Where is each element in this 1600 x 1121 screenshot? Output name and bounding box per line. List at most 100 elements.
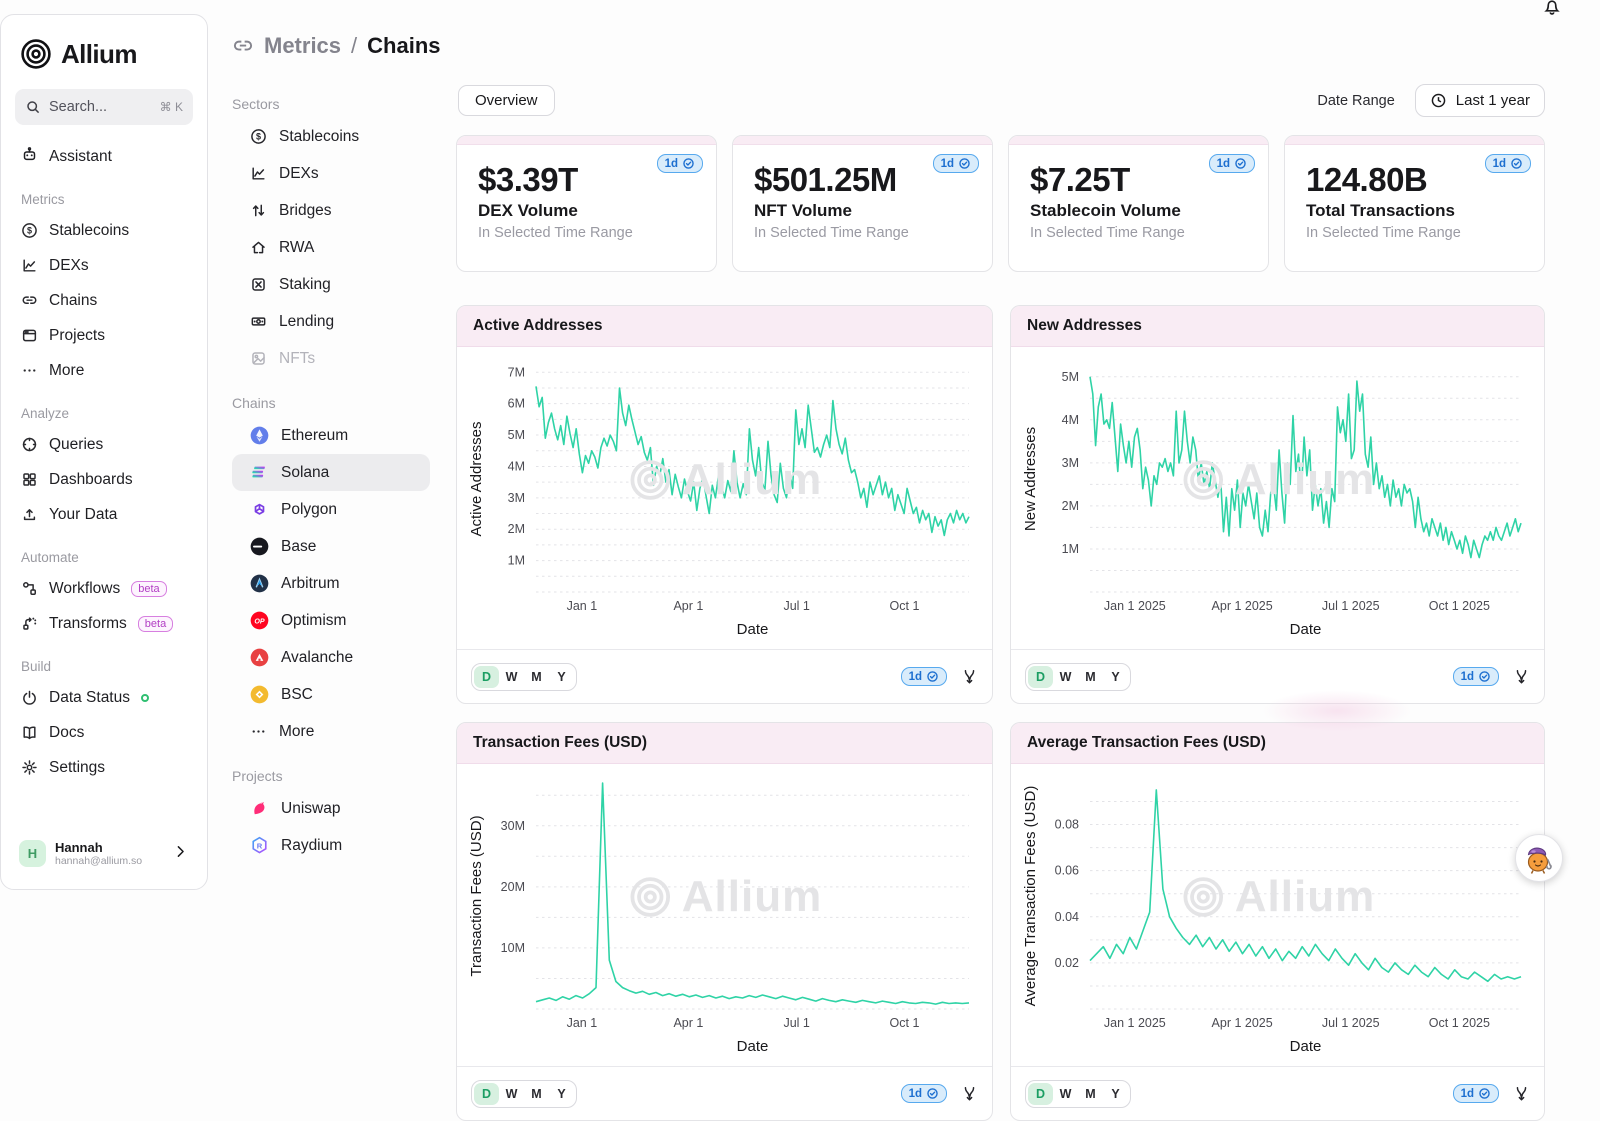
- merge-arrows-icon[interactable]: [1513, 668, 1530, 685]
- svg-text:Jan 1 2025: Jan 1 2025: [1104, 599, 1166, 613]
- check-circle-icon: [1478, 670, 1491, 683]
- granularity-d[interactable]: D: [1028, 1083, 1053, 1105]
- clock-icon: [1430, 92, 1447, 109]
- subnav-item-nfts: NFTs: [232, 340, 430, 377]
- svg-text:0.06: 0.06: [1055, 864, 1079, 878]
- svg-text:4M: 4M: [508, 459, 525, 473]
- granularity-w[interactable]: W: [499, 1083, 524, 1105]
- grid-icon: [21, 471, 38, 488]
- subnav-item-label: More: [279, 723, 314, 741]
- sidebar-item-label: Queries: [49, 436, 103, 454]
- subnav-item-solana[interactable]: Solana: [232, 454, 430, 491]
- sidebar-item-your-data[interactable]: Your Data: [15, 497, 193, 532]
- granularity-w[interactable]: W: [1053, 1083, 1078, 1105]
- check-circle-icon: [926, 670, 939, 683]
- svg-text:1M: 1M: [1062, 542, 1079, 556]
- dollar-circle-icon: $: [21, 222, 38, 239]
- granularity-y[interactable]: Y: [549, 1083, 574, 1105]
- sidebar-item-more[interactable]: More: [15, 353, 193, 388]
- subnav-item-raydium[interactable]: RRaydium: [232, 827, 430, 864]
- subnav-item-polygon[interactable]: Polygon: [232, 491, 430, 528]
- subnav-item-uniswap[interactable]: Uniswap: [232, 790, 430, 827]
- granularity-m[interactable]: M: [524, 666, 549, 688]
- subnav-item-base[interactable]: Base: [232, 528, 430, 565]
- breadcrumb-section[interactable]: Metrics: [264, 33, 341, 59]
- house-icon: [250, 239, 267, 256]
- freshness-badge[interactable]: 1d: [1453, 1084, 1499, 1103]
- sidebar-item-docs[interactable]: Docs: [15, 715, 193, 750]
- merge-arrows-icon[interactable]: [961, 1085, 978, 1102]
- sidebar-item-dashboards[interactable]: Dashboards: [15, 462, 193, 497]
- sidebar-item-settings[interactable]: Settings: [15, 750, 193, 785]
- svg-text:7M: 7M: [508, 365, 525, 379]
- granularity-w[interactable]: W: [1053, 666, 1078, 688]
- tab-overview[interactable]: Overview: [458, 85, 555, 116]
- granularity-d[interactable]: D: [474, 666, 499, 688]
- subnav-item-arbitrum[interactable]: Arbitrum: [232, 565, 430, 602]
- granularity-m[interactable]: M: [524, 1083, 549, 1105]
- granularity-y[interactable]: Y: [1103, 1083, 1128, 1105]
- freshness-badge[interactable]: 1d: [1485, 154, 1531, 173]
- support-mascot-button[interactable]: [1515, 834, 1563, 882]
- granularity-w[interactable]: W: [499, 666, 524, 688]
- date-range-button[interactable]: Last 1 year: [1415, 84, 1545, 117]
- granularity-m[interactable]: M: [1078, 666, 1103, 688]
- search-input[interactable]: Search... ⌘ K: [15, 89, 193, 125]
- sidebar-item-dexs[interactable]: DEXs: [15, 248, 193, 283]
- sidebar-item-assistant[interactable]: Assistant: [15, 139, 193, 174]
- user-card[interactable]: H Hannah hannah@allium.so: [11, 832, 197, 875]
- subnav-item-label: Uniswap: [281, 800, 340, 818]
- book-icon: [21, 724, 38, 741]
- freshness-badge[interactable]: 1d: [657, 154, 703, 173]
- sidebar-item-workflows[interactable]: Workflowsbeta: [15, 571, 193, 606]
- sidebar-item-transforms[interactable]: Transformsbeta: [15, 606, 193, 641]
- subnav-item-stablecoins[interactable]: $Stablecoins: [232, 118, 430, 155]
- granularity-d[interactable]: D: [474, 1083, 499, 1105]
- svg-text:$: $: [27, 226, 32, 236]
- stat-label: DEX Volume: [478, 201, 716, 221]
- subnav-item-label: RWA: [279, 239, 314, 257]
- subnav-item-dexs[interactable]: DEXs: [232, 155, 430, 192]
- freshness-badge[interactable]: 1d: [901, 1084, 947, 1103]
- x-square-icon: [250, 276, 267, 293]
- freshness-badge[interactable]: 1d: [933, 154, 979, 173]
- subnav-item-rwa[interactable]: RWA: [232, 229, 430, 266]
- merge-arrows-icon[interactable]: [961, 668, 978, 685]
- subnav-item-lending[interactable]: Lending: [232, 303, 430, 340]
- granularity-y[interactable]: Y: [549, 666, 574, 688]
- svg-text:20M: 20M: [501, 880, 525, 894]
- check-circle-icon: [1510, 157, 1523, 170]
- subnav-item-bridges[interactable]: Bridges: [232, 192, 430, 229]
- subnav-item-label: Avalanche: [281, 649, 353, 667]
- subnav-item-optimism[interactable]: OPOptimism: [232, 602, 430, 639]
- svg-text:0.08: 0.08: [1055, 818, 1079, 832]
- sidebar-item-queries[interactable]: Queries: [15, 427, 193, 462]
- subnav-item-avalanche[interactable]: Avalanche: [232, 639, 430, 676]
- stat-label: NFT Volume: [754, 201, 992, 221]
- sidebar-item-data-status[interactable]: Data Status: [15, 680, 193, 715]
- upload-icon: [21, 506, 38, 523]
- subnav-item-label: DEXs: [279, 165, 319, 183]
- freshness-badge[interactable]: 1d: [1453, 667, 1499, 686]
- chart-footer: DWMY 1d: [1011, 1066, 1544, 1120]
- subnav-item-more[interactable]: More: [232, 713, 430, 750]
- subnav-item-staking[interactable]: Staking: [232, 266, 430, 303]
- sidebar-item-projects[interactable]: Projects: [15, 318, 193, 353]
- power-icon: [21, 689, 38, 706]
- status-dot: [141, 694, 149, 702]
- granularity-m[interactable]: M: [1078, 1083, 1103, 1105]
- stat-cards-row: 1d $3.39T DEX Volume In Selected Time Ra…: [456, 135, 1545, 272]
- sidebar-item-stablecoins[interactable]: $ Stablecoins: [15, 213, 193, 248]
- solana-logo-icon: [250, 463, 269, 482]
- check-circle-icon: [958, 157, 971, 170]
- charts-row-bottom: Transaction Fees (USD) Allium 10M20M30MJ…: [456, 722, 1545, 1121]
- merge-arrows-icon[interactable]: [1513, 1085, 1530, 1102]
- granularity-d[interactable]: D: [1028, 666, 1053, 688]
- subnav-item-bsc[interactable]: BSC: [232, 676, 430, 713]
- freshness-badge[interactable]: 1d: [901, 667, 947, 686]
- freshness-badge[interactable]: 1d: [1209, 154, 1255, 173]
- stat-card-accent: [1285, 136, 1544, 145]
- sidebar-item-chains[interactable]: Chains: [15, 283, 193, 318]
- granularity-y[interactable]: Y: [1103, 666, 1128, 688]
- subnav-item-ethereum[interactable]: Ethereum: [232, 417, 430, 454]
